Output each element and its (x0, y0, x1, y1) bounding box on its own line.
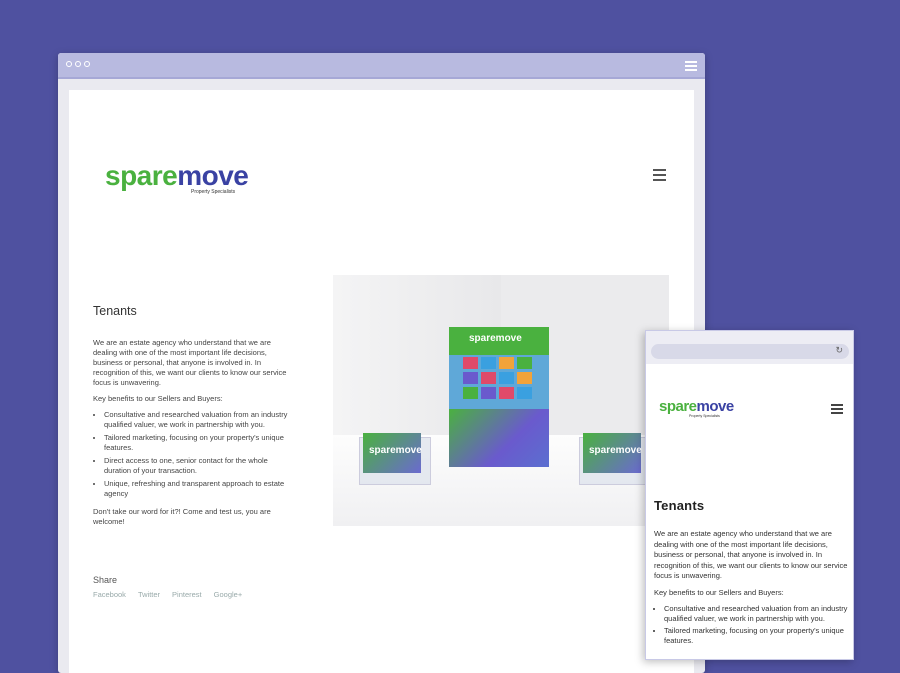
desktop-page: sparemove Property Specialists Tenants W… (69, 90, 694, 673)
article-content: Tenants We are an estate agency who unde… (93, 304, 293, 533)
mobile-article-content: Tenants We are an estate agency who unde… (654, 498, 849, 648)
business-card-right: sparemove (583, 433, 642, 473)
page-title: Tenants (93, 304, 137, 318)
menu-icon[interactable] (685, 61, 697, 73)
benefit-item: Consultative and researched valuation fr… (104, 410, 293, 430)
sparemove-logo-mobile[interactable]: sparemove Property Specialists (659, 398, 735, 418)
mobile-intro-paragraph: We are an estate agency who understand t… (654, 529, 848, 580)
benefit-item: Unique, refreshing and transparent appro… (104, 479, 293, 499)
brochure: sparemove (449, 327, 549, 467)
window-dots-icon[interactable] (66, 61, 90, 67)
benefit-item: Consultative and researched valuation fr… (664, 604, 849, 624)
benefit-item: Tailored marketing, focusing on your pro… (104, 433, 293, 453)
desktop-browser-window: sparemove Property Specialists Tenants W… (58, 53, 705, 673)
logo-text-move: move (177, 160, 249, 191)
benefit-item: Tailored marketing, focusing on your pro… (664, 626, 849, 646)
closing-paragraph: Don't take our word for it?! Come and te… (93, 507, 271, 526)
reload-icon[interactable]: ↻ (835, 345, 843, 356)
browser-title-bar (58, 53, 705, 79)
benefits-list: Consultative and researched valuation fr… (93, 410, 293, 499)
mobile-url-field[interactable] (651, 344, 849, 359)
nav-hamburger-icon[interactable] (653, 169, 666, 184)
mobile-page-title: Tenants (654, 498, 705, 513)
benefits-heading: Key benefits to our Sellers and Buyers: (93, 394, 223, 403)
logo-tagline: Property Specialists (689, 414, 720, 418)
share-facebook-link[interactable]: Facebook (93, 590, 126, 599)
intro-paragraph: We are an estate agency who understand t… (93, 338, 287, 387)
logo-tagline: Property Specialists (191, 189, 236, 195)
logo-text-spare: spare (659, 398, 697, 415)
share-google-link[interactable]: Google+ (214, 590, 243, 599)
sparemove-logo[interactable]: sparemove Property Specialists (105, 160, 249, 195)
mobile-browser-window: ↻ sparemove Property Specialists Tenants… (645, 330, 854, 660)
mobile-benefits-list: Consultative and researched valuation fr… (654, 604, 849, 646)
mobile-benefits-heading: Key benefits to our Sellers and Buyers: (654, 587, 784, 597)
nav-hamburger-icon-mobile[interactable] (831, 404, 843, 416)
share-twitter-link[interactable]: Twitter (138, 590, 160, 599)
share-links: Facebook Twitter Pinterest Google+ (93, 590, 242, 599)
mobile-address-bar: ↻ (646, 331, 853, 364)
logo-text-spare: spare (105, 160, 178, 191)
marketing-photo: sparemove sparemove sparemove (333, 275, 669, 526)
share-pinterest-link[interactable]: Pinterest (172, 590, 202, 599)
logo-text-move: move (696, 398, 735, 415)
share-title: Share (93, 575, 118, 585)
benefit-item: Direct access to one, senior contact for… (104, 456, 293, 476)
business-card-left: sparemove (363, 433, 422, 473)
